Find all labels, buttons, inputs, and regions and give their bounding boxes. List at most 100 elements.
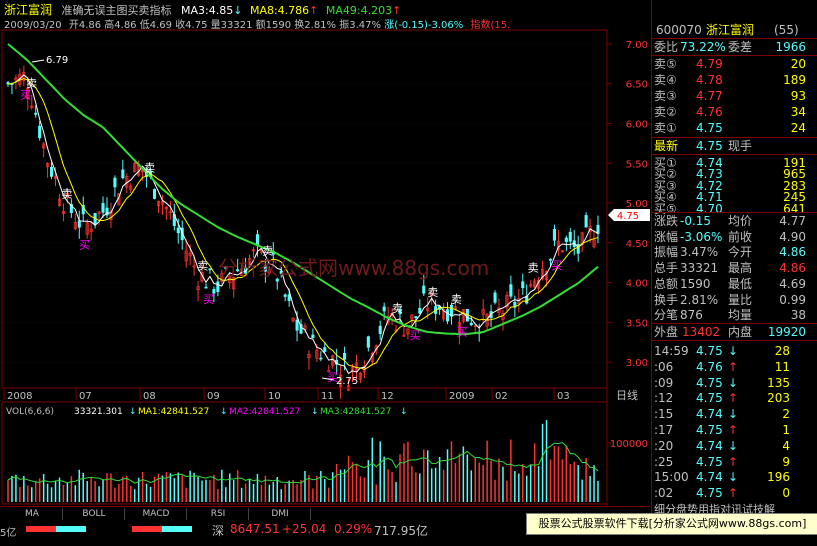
sell-level-row: 卖④ 4.78 189 [654, 73, 806, 87]
stat-row: 振幅 3.47% 今开 4.86 [654, 245, 806, 260]
candle-body [287, 294, 291, 301]
status-index-amount: 717.95亿 [374, 524, 428, 538]
candle-body [50, 166, 54, 177]
candle-body [311, 334, 315, 339]
tick-row: :20 4.74 ↓ 4 [654, 438, 790, 453]
candle-body [77, 220, 81, 228]
tab-ma[interactable]: MA [2, 508, 63, 520]
candle-body [509, 284, 513, 297]
status-left-label: 5亿 [0, 528, 17, 539]
stat-row: 换手 2.81% 量比 0.99 [654, 292, 806, 307]
candle-body [176, 227, 180, 234]
period-label: 日线 [616, 388, 638, 402]
candle-body [113, 177, 117, 188]
candle-body [521, 281, 525, 289]
candle-body [101, 203, 105, 213]
volume-ma-line [7, 441, 599, 484]
tab-boll[interactable]: BOLL [64, 508, 125, 520]
waipan-value: 13402 [682, 325, 721, 339]
sell-signal: 卖 [392, 302, 403, 315]
tick-row: :12 4.75 ↑ 203 [654, 391, 790, 406]
vol-label: VOL(6,6,6) [6, 407, 54, 417]
candle-body [418, 307, 422, 314]
candle-body [283, 294, 287, 297]
timeline-label: 02 [495, 391, 508, 402]
buy-signal: 买 [203, 293, 214, 306]
weibi-value: 73.22% [680, 40, 726, 54]
status-index-pct: 0.29% [334, 522, 373, 536]
quote-panel: 600070 浙江富润 (55) 委比 73.22% 委差 1966 卖⑤ 4.7… [651, 0, 817, 520]
sell-signal: 卖 [451, 293, 462, 306]
price-tick-label: 5.50 [626, 159, 648, 170]
stock-title-row: 600070 浙江富润 (55) [652, 22, 817, 38]
sell-level-row: 卖③ 4.77 93 [654, 89, 806, 103]
stat-row: 分笔 876 均量 38 [654, 308, 806, 323]
price-grid [3, 43, 606, 363]
buy-signal: 买 [457, 325, 468, 338]
buy-signal: 买 [79, 238, 90, 251]
sell-signal: 卖 [528, 262, 539, 275]
timeline-label: 08 [143, 391, 156, 402]
status-market: 深 [212, 524, 225, 538]
tab-macd[interactable]: MACD [126, 508, 187, 520]
sell-signal: 卖 [197, 259, 208, 272]
candle-body [414, 316, 418, 319]
low-label: 2.75 [336, 376, 358, 387]
buy-signal: 买 [551, 259, 562, 272]
stat-row: 涨跌 -0.15 均价 4.77 [654, 214, 806, 228]
price-tick-label: 5.00 [626, 199, 648, 210]
candle-body [382, 306, 386, 312]
timeline-label: 11 [321, 391, 334, 402]
timeline-label: 09 [207, 391, 220, 402]
candle-body [584, 215, 588, 228]
timeline-axis: 2008 07 08 09 10 11 12 2009 02 03 日线 [2, 387, 638, 402]
price-tick-label: 6.50 [626, 80, 648, 91]
stock-code: 600070 [656, 23, 702, 37]
price-pane-frame [1, 29, 608, 389]
candle-body [38, 125, 42, 139]
stat-row: 总额 1590 最低 4.69 [654, 276, 806, 291]
vol-ma1: MA1:42841.527 [138, 407, 209, 417]
candle-body [319, 357, 323, 360]
tick-row: 14:59 4.75 ↓ 28 [654, 344, 790, 358]
candle-body [343, 353, 347, 360]
candle-body [378, 325, 382, 335]
tick-row: 15:00 4.74 ↓ 196 [654, 470, 790, 485]
timeline-label: 2009 [449, 391, 474, 402]
timeline-label: 03 [557, 391, 570, 402]
candle-body [208, 268, 212, 271]
kline-svg[interactable]: 7.006.506.005.505.004.504.003.503.00 卖卖卖… [0, 0, 650, 506]
sell-signal: 卖 [62, 187, 73, 200]
latest-price: 4.75 [696, 139, 723, 153]
svg-text:↓: ↓ [311, 407, 319, 417]
candle-body [445, 309, 450, 322]
sell-level-row: 卖② 4.76 34 [654, 105, 806, 119]
tab-rsi[interactable]: RSI [188, 508, 249, 520]
tick-row: :17 4.75 ↑ 1 [654, 423, 790, 437]
candle-body [34, 112, 38, 115]
sell-signal: 卖 [427, 286, 438, 299]
volume-bars [7, 420, 599, 502]
candle-body [596, 224, 600, 234]
price-tick-label: 3.00 [626, 358, 648, 369]
kline-chart-area[interactable]: 浙江富润 准确无误主图买卖指标 MA3:4.85↓ MA8:4.786↑ MA4… [0, 0, 650, 521]
price-tick-label: 4.50 [626, 239, 648, 250]
candle-body [422, 285, 426, 294]
stock-name-panel: 浙江富润 [706, 23, 755, 37]
candle-body [121, 169, 125, 179]
stat-row: 总手 33321 最高 4.86 [654, 261, 806, 276]
neipan-value: 19920 [767, 325, 806, 339]
svg-text:↓: ↓ [220, 407, 228, 417]
status-index-change: +25.04 [282, 522, 327, 536]
tick-row: :09 4.75 ↓ 135 [654, 375, 790, 390]
candle-body [564, 237, 568, 243]
waipan-neipan-row: 外盘 13402 内盘 19920 [654, 325, 806, 339]
candle-body [568, 231, 572, 242]
timeline-label: 2008 [7, 391, 32, 402]
ad-banner[interactable]: 股票公式股票软件下载[分析家公式网www.88gs.com] [526, 513, 817, 535]
tab-dmi[interactable]: DMI [250, 508, 311, 520]
price-tick-label: 7.00 [626, 40, 648, 51]
high-label: 6.79 [46, 55, 68, 66]
stat-row: 涨幅 -3.06% 前收 4.90 [654, 229, 806, 244]
candle-body [323, 347, 327, 352]
